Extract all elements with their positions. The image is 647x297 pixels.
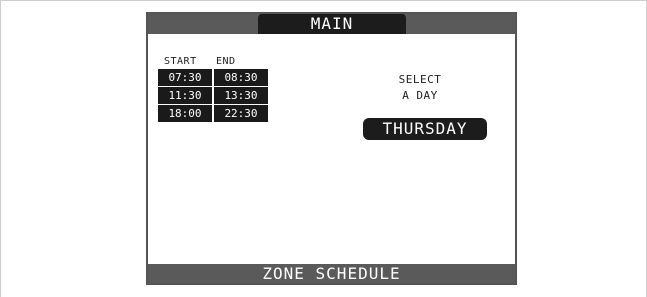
start-time-cell[interactable]: 07:30 — [158, 69, 212, 86]
schedule-row: 18:00 22:30 — [158, 105, 270, 122]
page: MAIN START END 07:30 08:30 11:30 13:30 1… — [0, 0, 647, 297]
end-column-header: END — [216, 56, 236, 67]
footer-title-bar: ZONE SCHEDULE — [148, 264, 515, 283]
schedule-rows: 07:30 08:30 11:30 13:30 18:00 22:30 — [158, 69, 270, 123]
start-time-cell[interactable]: 18:00 — [158, 105, 212, 122]
end-time-cell[interactable]: 22:30 — [214, 105, 268, 122]
page-border-left — [0, 0, 1, 297]
page-border-top — [0, 0, 647, 1]
start-time-cell[interactable]: 11:30 — [158, 87, 212, 104]
end-time-cell[interactable]: 08:30 — [214, 69, 268, 86]
select-day-label-line2: A DAY — [402, 89, 438, 102]
header-bar: MAIN — [148, 14, 515, 34]
day-select-button[interactable]: THURSDAY — [363, 118, 487, 140]
select-day-label: SELECT A DAY — [370, 72, 470, 104]
start-column-header: START — [164, 56, 197, 67]
select-day-label-line1: SELECT — [398, 73, 442, 86]
main-tab[interactable]: MAIN — [258, 14, 406, 34]
schedule-row: 07:30 08:30 — [158, 69, 270, 86]
schedule-row: 11:30 13:30 — [158, 87, 270, 104]
end-time-cell[interactable]: 13:30 — [214, 87, 268, 104]
device-screen: MAIN START END 07:30 08:30 11:30 13:30 1… — [146, 12, 517, 285]
